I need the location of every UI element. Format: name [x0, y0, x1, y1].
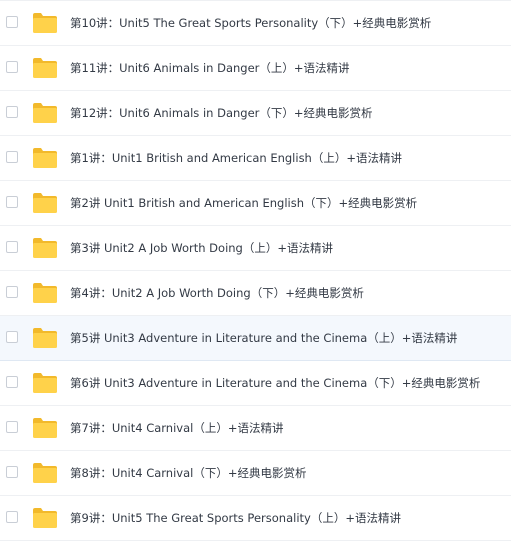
folder-icon — [32, 102, 58, 124]
file-name[interactable]: 第4讲：Unit2 A Job Worth Doing（下）+经典电影赏析 — [70, 286, 364, 300]
folder-icon — [32, 282, 58, 304]
row-checkbox[interactable] — [6, 61, 18, 73]
file-name[interactable]: 第6讲 Unit3 Adventure in Literature and th… — [70, 376, 480, 390]
file-name[interactable]: 第12讲：Unit6 Animals in Danger（下）+经典电影赏析 — [70, 106, 373, 120]
file-row[interactable]: 第9讲：Unit5 The Great Sports Personality（上… — [0, 496, 511, 541]
folder-icon — [32, 417, 58, 439]
row-checkbox[interactable] — [6, 16, 18, 28]
folder-icon — [32, 147, 58, 169]
file-name[interactable]: 第9讲：Unit5 The Great Sports Personality（上… — [70, 511, 401, 525]
folder-icon — [32, 12, 58, 34]
row-checkbox[interactable] — [6, 421, 18, 433]
folder-icon — [32, 327, 58, 349]
file-row[interactable]: 第10讲：Unit5 The Great Sports Personality（… — [0, 1, 511, 46]
file-name[interactable]: 第7讲：Unit4 Carnival（上）+语法精讲 — [70, 421, 283, 435]
row-checkbox[interactable] — [6, 241, 18, 253]
file-name[interactable]: 第1讲：Unit1 British and American English（上… — [70, 151, 402, 165]
file-name[interactable]: 第10讲：Unit5 The Great Sports Personality（… — [70, 16, 431, 30]
folder-icon — [32, 372, 58, 394]
row-checkbox[interactable] — [6, 106, 18, 118]
row-checkbox[interactable] — [6, 511, 18, 523]
file-row[interactable]: 第8讲：Unit4 Carnival（下）+经典电影赏析 — [0, 451, 511, 496]
file-row[interactable]: 第2讲 Unit1 British and American English（下… — [0, 181, 511, 226]
file-name[interactable]: 第3讲 Unit2 A Job Worth Doing（上）+语法精讲 — [70, 241, 333, 255]
file-row-hovered[interactable]: 第5讲 Unit3 Adventure in Literature and th… — [0, 316, 511, 361]
row-checkbox[interactable] — [6, 151, 18, 163]
file-name[interactable]: 第5讲 Unit3 Adventure in Literature and th… — [70, 331, 457, 345]
file-row[interactable]: 第3讲 Unit2 A Job Worth Doing（上）+语法精讲 — [0, 226, 511, 271]
folder-icon — [32, 237, 58, 259]
folder-icon — [32, 507, 58, 529]
file-row[interactable]: 第11讲：Unit6 Animals in Danger（上）+语法精讲 — [0, 46, 511, 91]
file-list: 第10讲：Unit5 The Great Sports Personality（… — [0, 0, 511, 550]
file-row[interactable]: 第1讲：Unit1 British and American English（上… — [0, 136, 511, 181]
folder-icon — [32, 57, 58, 79]
file-row[interactable]: 第12讲：Unit6 Animals in Danger（下）+经典电影赏析 — [0, 91, 511, 136]
row-checkbox[interactable] — [6, 376, 18, 388]
file-row[interactable]: 第7讲：Unit4 Carnival（上）+语法精讲 — [0, 406, 511, 451]
file-name[interactable]: 第2讲 Unit1 British and American English（下… — [70, 196, 417, 210]
row-checkbox[interactable] — [6, 466, 18, 478]
folder-icon — [32, 192, 58, 214]
folder-icon — [32, 462, 58, 484]
file-row[interactable]: 第6讲 Unit3 Adventure in Literature and th… — [0, 361, 511, 406]
file-name[interactable]: 第11讲：Unit6 Animals in Danger（上）+语法精讲 — [70, 61, 350, 75]
row-checkbox[interactable] — [6, 196, 18, 208]
row-checkbox[interactable] — [6, 286, 18, 298]
file-row[interactable]: 第4讲：Unit2 A Job Worth Doing（下）+经典电影赏析 — [0, 271, 511, 316]
file-name[interactable]: 第8讲：Unit4 Carnival（下）+经典电影赏析 — [70, 466, 306, 480]
row-checkbox[interactable] — [6, 331, 18, 343]
